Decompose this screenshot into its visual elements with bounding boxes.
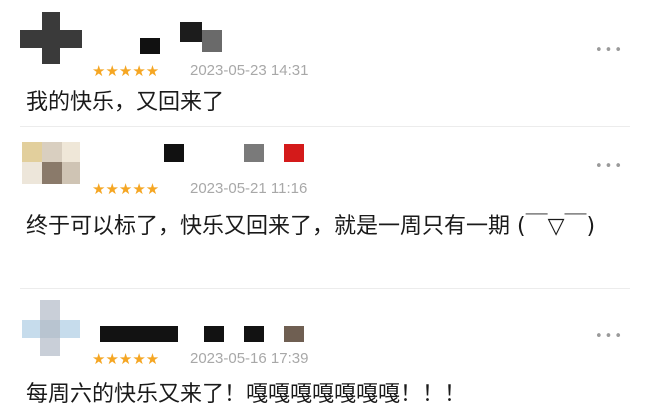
more-dots-icon[interactable]: ••• <box>595 160 624 173</box>
divider <box>20 288 630 289</box>
review-date: 2023-05-16 17:39 <box>190 350 309 367</box>
avatar[interactable] <box>22 300 80 356</box>
review-date: 2023-05-21 11:16 <box>190 180 308 197</box>
review-item: ★★★★★ 2023-05-16 17:39 ••• 每周六的快乐又来了！嘎嘎嘎… <box>0 292 650 417</box>
divider <box>20 126 630 127</box>
star-rating: ★★★★★ <box>92 350 160 368</box>
avatar[interactable] <box>22 142 80 184</box>
review-item: ★★★★★ 2023-05-23 14:31 ••• 我的快乐，又回来了 <box>0 0 650 125</box>
star-rating: ★★★★★ <box>92 62 160 80</box>
more-dots-icon[interactable]: ••• <box>595 330 624 343</box>
review-text: 我的快乐，又回来了 <box>26 90 225 115</box>
review-text: 每周六的快乐又来了！嘎嘎嘎嘎嘎嘎嘎！！！ <box>26 382 467 407</box>
review-item: ★★★★★ 2023-05-21 11:16 ••• 终于可以标了，快乐又回来了… <box>0 130 650 288</box>
avatar[interactable] <box>20 12 82 64</box>
star-rating: ★★★★★ <box>92 180 160 198</box>
more-dots-icon[interactable]: ••• <box>595 44 624 57</box>
review-text: 终于可以标了，快乐又回来了，就是一周只有一期 (￣▽￣) <box>26 214 596 239</box>
review-date: 2023-05-23 14:31 <box>190 62 309 79</box>
